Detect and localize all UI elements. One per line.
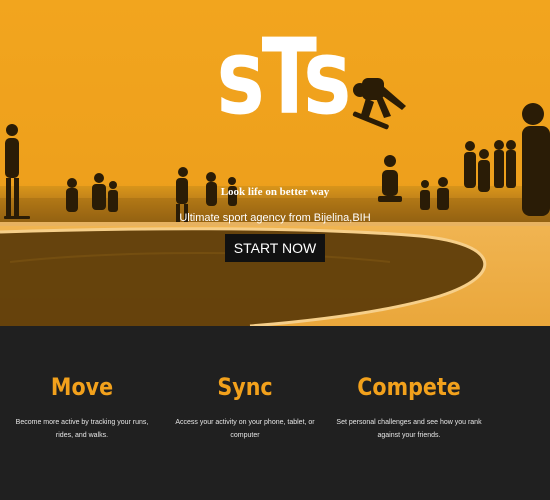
- feature-compete: Compete Set personal challenges and see …: [334, 372, 484, 442]
- feature-description: Access your activity on your phone, tabl…: [175, 419, 315, 439]
- feature-title: Move: [50, 373, 114, 401]
- feature-title: Sync: [217, 373, 273, 401]
- hero-section: sTs Look life on better way Ultimate spo…: [0, 0, 550, 326]
- brand-logo: sTs: [200, 16, 352, 138]
- logo-text: sTs: [216, 16, 352, 138]
- feature-move: Move Become more active by tracking your…: [7, 372, 157, 442]
- features-section: Move Become more active by tracking your…: [0, 326, 550, 500]
- start-now-button[interactable]: START NOW: [225, 234, 325, 262]
- feature-description: Set personal challenges and see how you …: [336, 419, 482, 439]
- hero-subtitle: Ultimate sport agency from Bijelina,BIH: [179, 212, 371, 224]
- feature-sync: Sync Access your activity on your phone,…: [170, 372, 320, 442]
- feature-title: Compete: [357, 373, 461, 401]
- airborne-skater: [352, 78, 406, 130]
- feature-description: Become more active by tracking your runs…: [15, 419, 149, 439]
- hero-tagline: Look life on better way: [220, 186, 330, 198]
